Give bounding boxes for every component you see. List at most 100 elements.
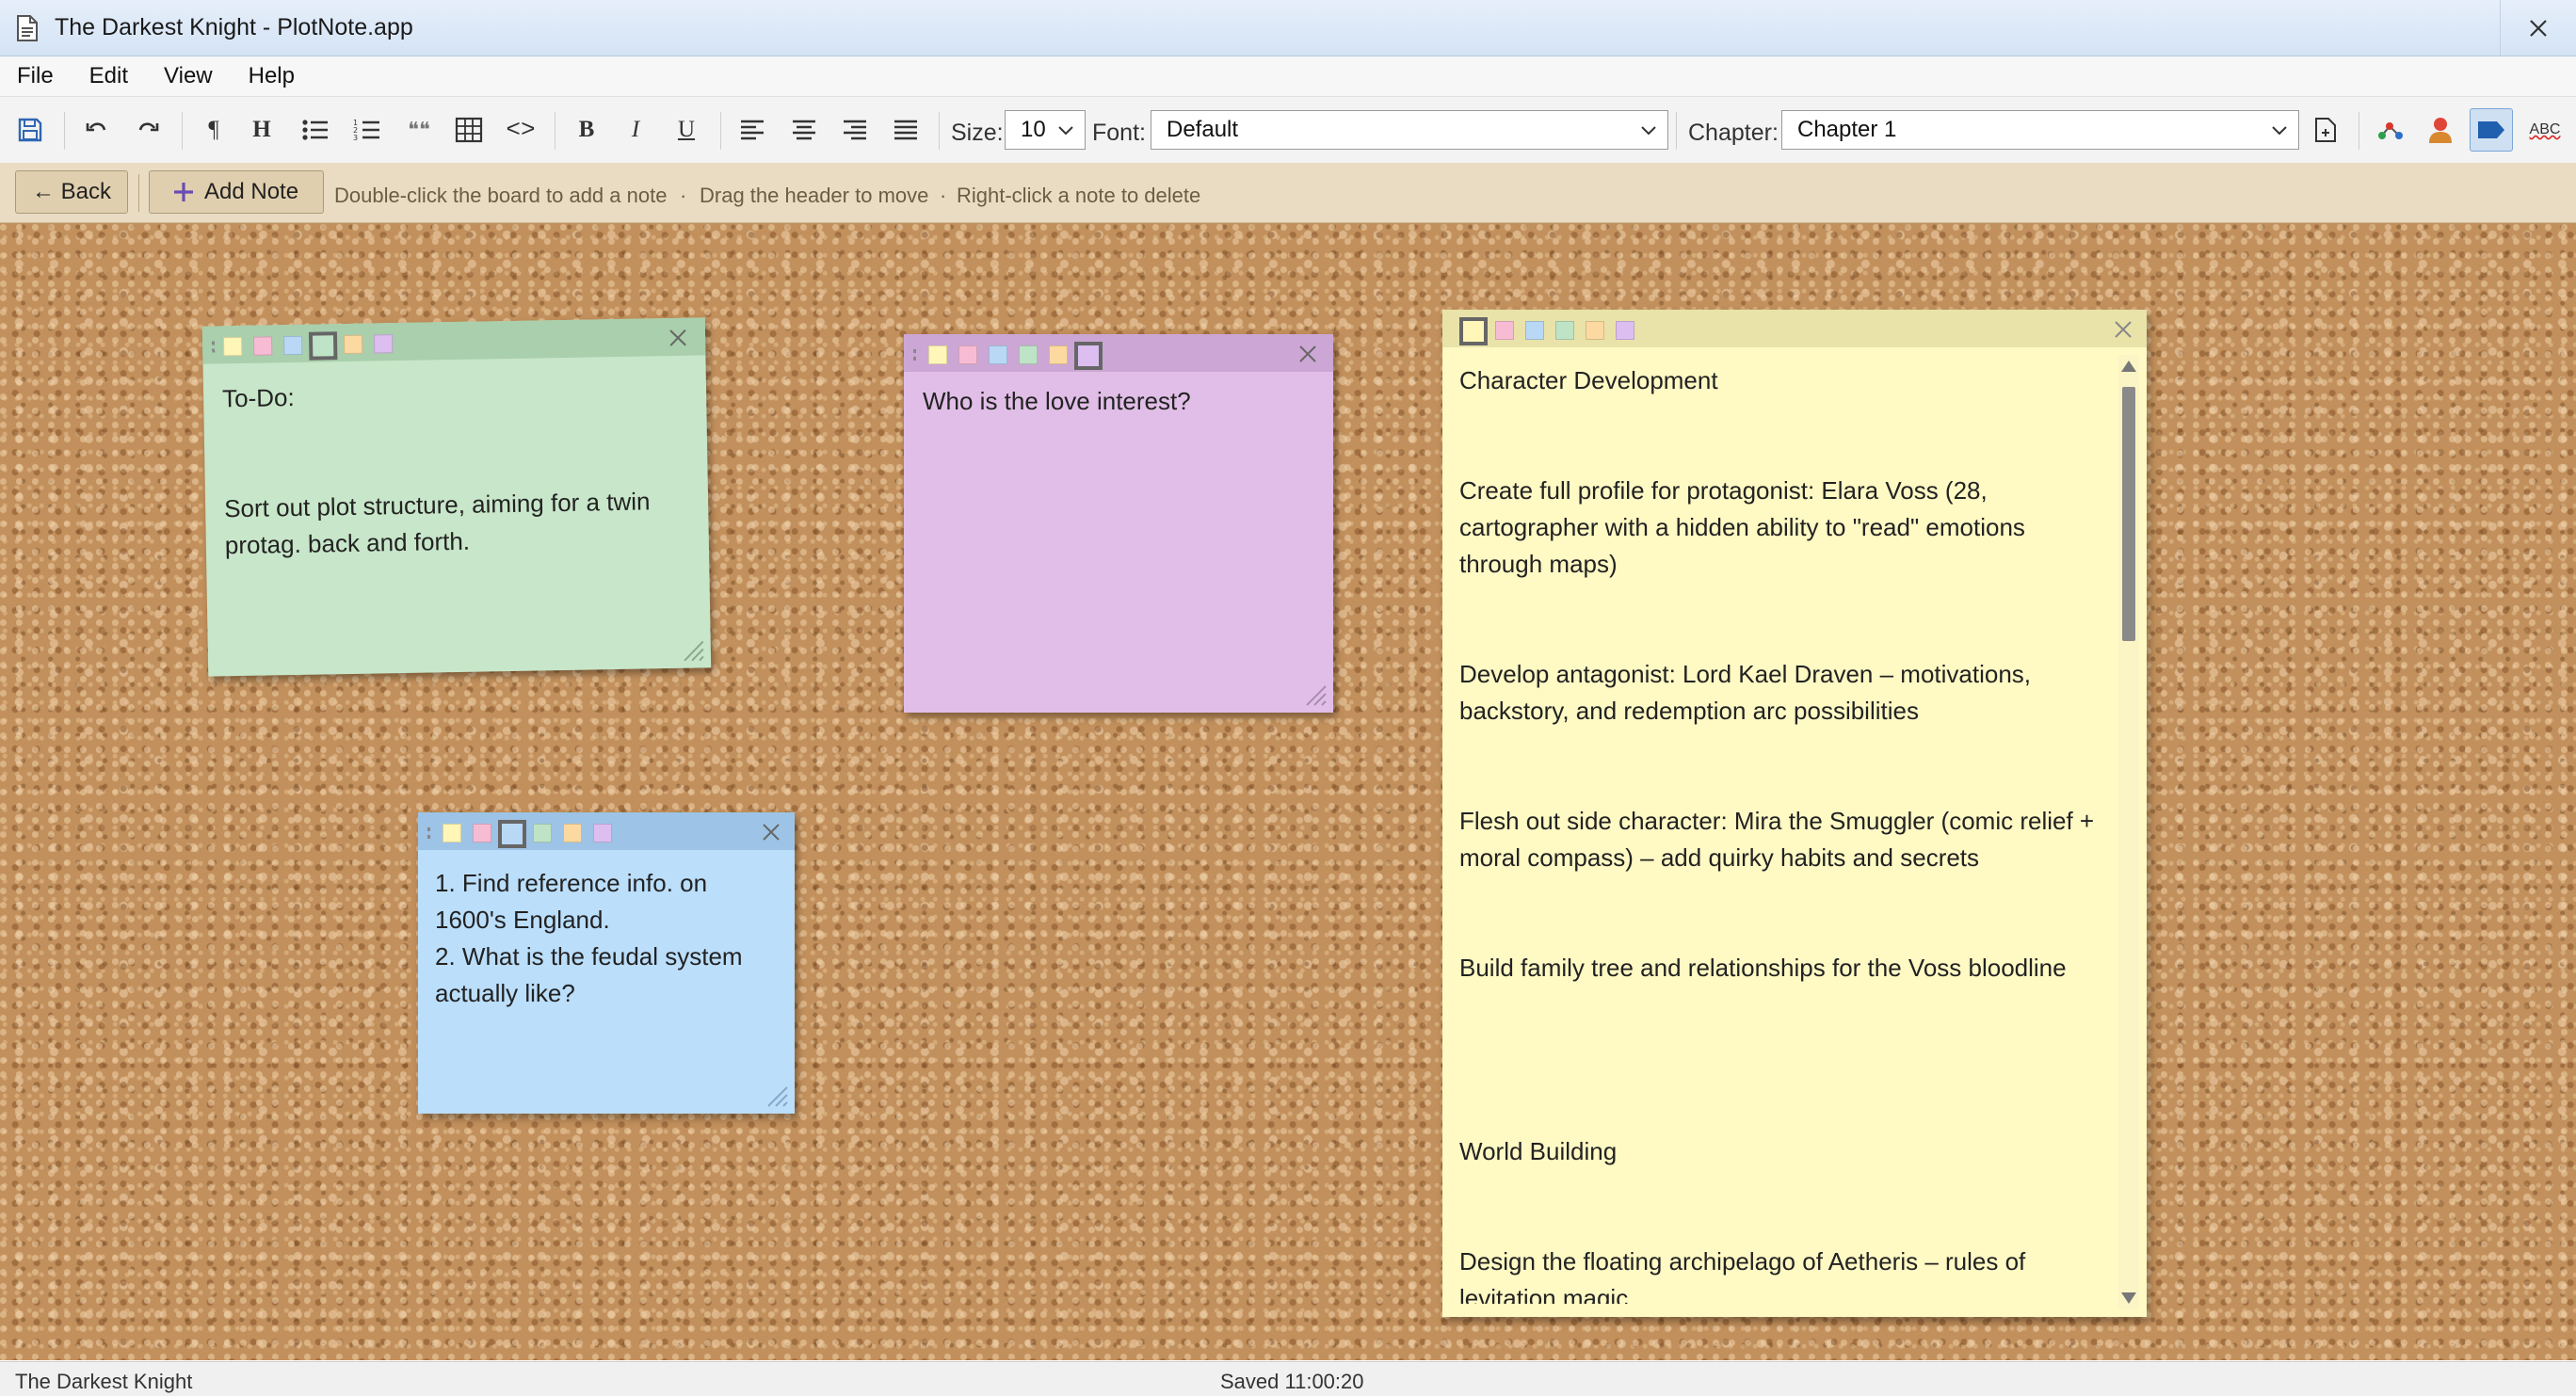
chevron-down-icon — [1641, 126, 1656, 136]
close-icon[interactable] — [1297, 344, 1318, 364]
note-text[interactable]: 1. Find reference info. on 1600's Englan… — [435, 865, 774, 1012]
swatch-blue[interactable] — [989, 345, 1007, 364]
chevron-down-icon — [2272, 126, 2287, 136]
resize-grip-icon[interactable] — [681, 637, 705, 662]
swatch-green[interactable] — [308, 331, 338, 361]
cork-board[interactable]: To-Do: Sort out plot structure, aiming f… — [0, 223, 2576, 1360]
close-window-button[interactable] — [2500, 0, 2576, 56]
swatch-purple[interactable] — [373, 334, 394, 354]
new-chapter-button[interactable] — [2304, 108, 2347, 152]
bold-button[interactable]: B — [565, 108, 608, 152]
justify-icon — [894, 120, 917, 140]
swatch-pink[interactable] — [252, 336, 273, 356]
note-header[interactable] — [201, 317, 706, 364]
swatch-yellow[interactable] — [928, 345, 947, 364]
swatch-yellow[interactable] — [223, 336, 243, 357]
underline-button[interactable]: U — [665, 108, 708, 152]
swatch-orange[interactable] — [1586, 321, 1604, 340]
hint-add-note: Double-click the board to add a note — [334, 184, 668, 207]
swatch-blue[interactable] — [1525, 321, 1544, 340]
sticky-note-yellow[interactable]: Character Development Create full profil… — [1442, 310, 2147, 1317]
tag-button[interactable] — [2470, 108, 2513, 152]
sticky-note-purple[interactable]: Who is the love interest? — [904, 334, 1333, 713]
note-scrollbar[interactable] — [2118, 355, 2139, 1309]
plot-graph-button[interactable] — [2369, 108, 2412, 152]
swatch-blue[interactable] — [498, 820, 526, 848]
close-icon[interactable] — [761, 822, 781, 842]
note-header[interactable] — [1442, 310, 2147, 347]
status-document-name: The Darkest Knight — [15, 1370, 193, 1393]
resize-grip-icon[interactable] — [1303, 682, 1328, 707]
back-button[interactable]: ← Back — [15, 170, 128, 214]
spellcheck-button[interactable]: ABC — [2523, 108, 2567, 152]
blockquote-button[interactable]: ❝❝ — [397, 108, 441, 152]
scroll-down-arrow-icon[interactable] — [2121, 1292, 2136, 1304]
redo-button[interactable] — [126, 108, 169, 152]
save-button[interactable] — [8, 108, 52, 152]
swatch-purple[interactable] — [1616, 321, 1634, 340]
swatch-green[interactable] — [1019, 345, 1038, 364]
swatch-orange[interactable] — [563, 824, 582, 842]
undo-button[interactable] — [75, 108, 119, 152]
chapter-select[interactable]: Chapter 1 — [1781, 110, 2299, 150]
note-text[interactable]: Who is the love interest? — [923, 383, 1312, 420]
font-size-select[interactable]: 10 — [1005, 110, 1086, 150]
font-family-select[interactable]: Default — [1151, 110, 1668, 150]
close-icon[interactable] — [2113, 319, 2133, 340]
document-icon — [17, 14, 38, 41]
swatch-green[interactable] — [533, 824, 552, 842]
numbered-list-button[interactable]: 123 — [346, 108, 389, 152]
bullet-list-button[interactable] — [294, 108, 337, 152]
justify-button[interactable] — [884, 108, 927, 152]
align-left-button[interactable] — [731, 108, 774, 152]
swatch-pink[interactable] — [1495, 321, 1514, 340]
menu-bar: File Edit View Help — [0, 56, 2576, 96]
swatch-orange[interactable] — [343, 334, 363, 355]
note-text[interactable]: To-Do: Sort out plot structure, aiming f… — [222, 373, 688, 565]
font-size-value: 10 — [1021, 117, 1046, 142]
resize-grip-icon[interactable] — [765, 1083, 789, 1108]
paragraph-button[interactable]: ¶ — [192, 108, 235, 152]
scrollbar-thumb[interactable] — [2122, 387, 2135, 641]
note-header[interactable] — [904, 334, 1333, 372]
menu-view[interactable]: View — [164, 63, 213, 89]
drag-handle-icon — [427, 827, 434, 839]
swatch-purple[interactable] — [593, 824, 612, 842]
align-center-button[interactable] — [782, 108, 826, 152]
swatch-pink[interactable] — [473, 824, 491, 842]
sticky-note-green[interactable]: To-Do: Sort out plot structure, aiming f… — [201, 317, 712, 677]
swatch-orange[interactable] — [1049, 345, 1068, 364]
menu-file[interactable]: File — [17, 63, 54, 89]
characters-button[interactable] — [2419, 108, 2462, 152]
hint-separator: · — [940, 184, 947, 207]
numbered-list-icon: 123 — [353, 119, 379, 142]
align-right-button[interactable] — [833, 108, 877, 152]
close-icon[interactable] — [668, 328, 688, 348]
note-text[interactable]: Character Development Create full profil… — [1459, 362, 2109, 1304]
table-icon — [455, 117, 483, 143]
code-button[interactable]: <> — [499, 108, 542, 152]
save-icon — [18, 118, 42, 142]
font-label: Font: — [1092, 120, 1146, 146]
window-title: The Darkest Knight - PlotNote.app — [55, 14, 413, 40]
sticky-note-blue[interactable]: 1. Find reference info. on 1600's Englan… — [418, 812, 795, 1114]
table-button[interactable] — [447, 108, 491, 152]
undo-icon — [86, 122, 106, 132]
note-header[interactable] — [418, 812, 795, 850]
scroll-up-arrow-icon[interactable] — [2121, 361, 2136, 372]
new-document-icon — [2315, 118, 2336, 142]
menu-help[interactable]: Help — [249, 63, 295, 89]
menu-edit[interactable]: Edit — [89, 63, 128, 89]
swatch-yellow[interactable] — [1459, 317, 1488, 345]
swatch-green[interactable] — [1555, 321, 1574, 340]
heading-button[interactable]: H — [240, 108, 283, 152]
swatch-blue[interactable] — [282, 335, 303, 356]
swatch-yellow[interactable] — [443, 824, 461, 842]
align-left-icon — [741, 120, 764, 140]
swatch-pink[interactable] — [958, 345, 977, 364]
swatch-purple[interactable] — [1074, 342, 1103, 370]
italic-button[interactable]: I — [614, 108, 657, 152]
hint-move-note: Drag the header to move — [700, 184, 929, 207]
font-family-value: Default — [1167, 117, 1239, 142]
add-note-button[interactable]: Add Note — [149, 170, 324, 214]
